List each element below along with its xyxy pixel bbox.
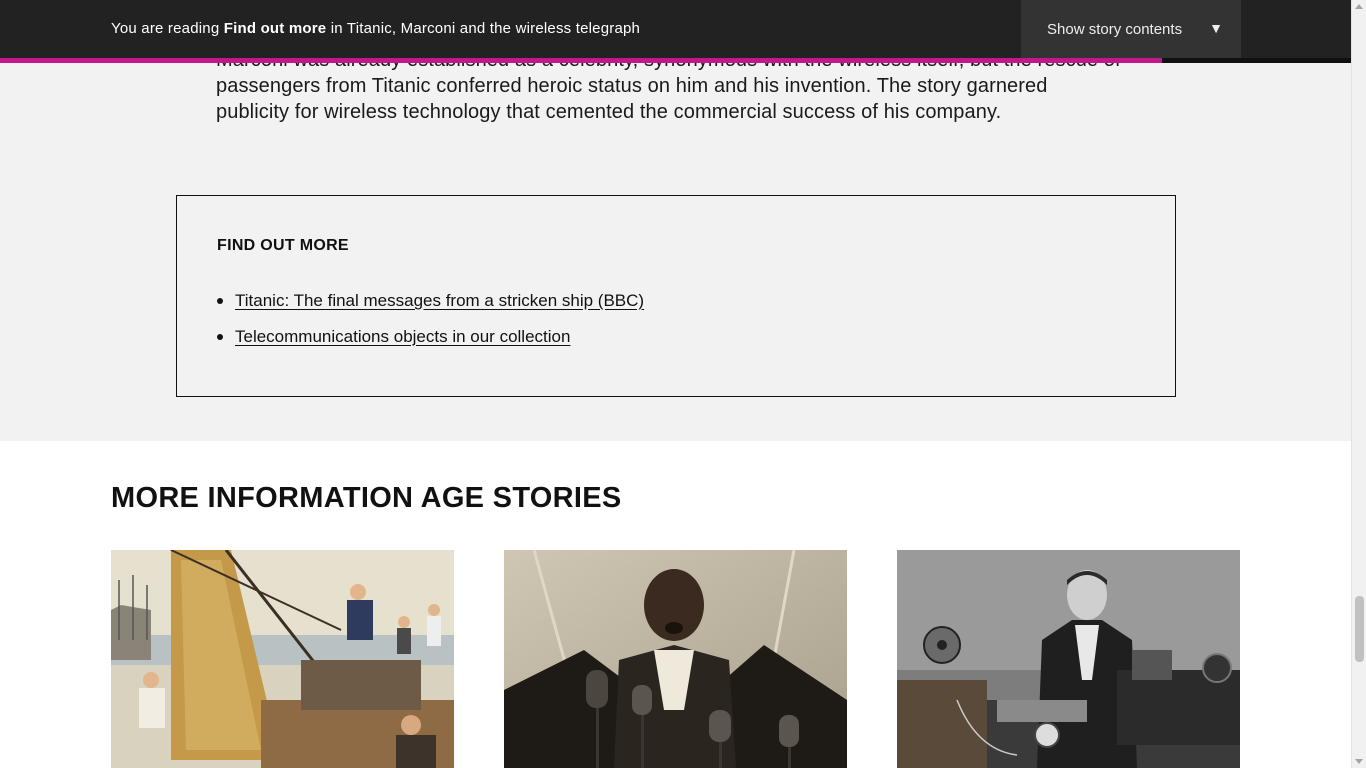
more-stories-heading: MORE INFORMATION AGE STORIES [111, 482, 622, 514]
list-item: Telecommunications objects in our collec… [217, 319, 644, 355]
scroll-up-arrow-icon[interactable] [1355, 4, 1363, 9]
show-story-contents-button[interactable]: Show story contents ▼ [1021, 0, 1241, 58]
scrollbar-thumb[interactable] [1355, 596, 1364, 662]
singer-at-microphones-image [504, 550, 847, 768]
reading-progress-track [0, 58, 1351, 63]
story-card-singer[interactable] [504, 550, 847, 768]
find-out-more-list: Titanic: The final messages from a stric… [217, 283, 644, 355]
story-progress-bar: You are reading Find out more in Titanic… [0, 0, 1351, 58]
link-telecommunications-objects[interactable]: Telecommunications objects in our collec… [235, 319, 570, 355]
list-item: Titanic: The final messages from a stric… [217, 283, 644, 319]
scroll-down-arrow-icon[interactable] [1355, 759, 1363, 764]
page-scrollbar[interactable] [1351, 0, 1366, 768]
more-stories-section: MORE INFORMATION AGE STORIES [0, 441, 1351, 768]
current-section-name: Find out more [223, 20, 327, 37]
cable-laying-illustration-image [111, 550, 454, 768]
bullet-icon [217, 334, 223, 340]
find-out-more-box: FIND OUT MORE Titanic: The final message… [176, 195, 1176, 397]
link-titanic-final-messages[interactable]: Titanic: The final messages from a stric… [235, 283, 644, 319]
reading-indicator: You are reading Find out more in Titanic… [111, 20, 640, 37]
show-story-contents-label: Show story contents [1047, 20, 1183, 38]
reading-mid: in [330, 20, 343, 37]
reading-progress-fill [0, 58, 1162, 63]
story-card-cable-ship[interactable] [111, 550, 454, 768]
reading-prefix: You are reading [111, 20, 220, 37]
story-card-marconi[interactable] [897, 550, 1240, 768]
caret-down-icon: ▼ [1209, 20, 1223, 36]
find-out-more-heading: FIND OUT MORE [217, 237, 349, 254]
bullet-icon [217, 298, 223, 304]
story-title: Titanic, Marconi and the wireless telegr… [346, 20, 641, 37]
marconi-with-apparatus-image [897, 550, 1240, 768]
